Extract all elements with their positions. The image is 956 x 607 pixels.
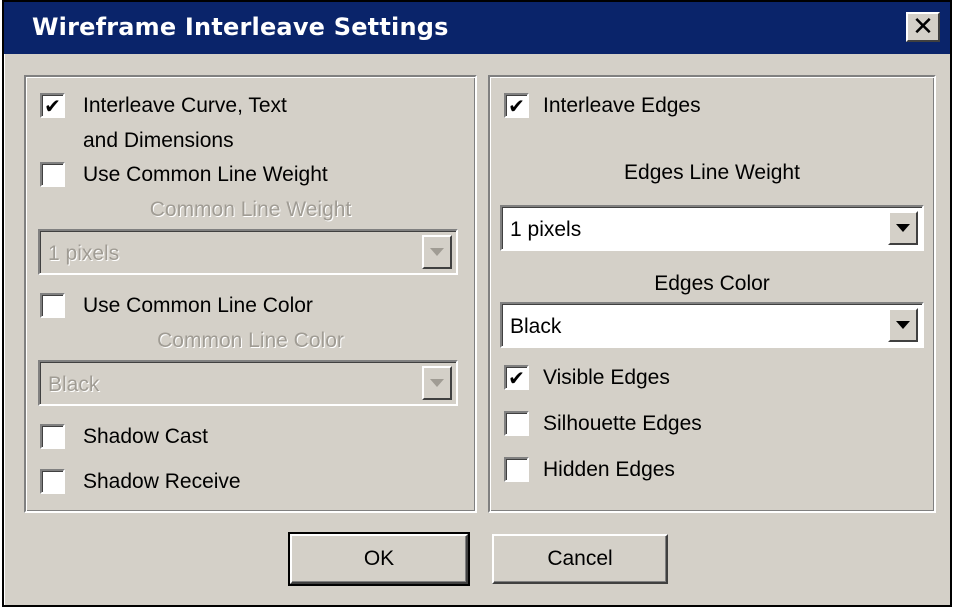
checkmark-icon: ✔	[44, 93, 61, 118]
shadow-receive-label: Shadow Receive	[83, 469, 241, 493]
right-panel: ✔ Interleave Edges Edges Line Weight 1 p…	[488, 75, 936, 513]
visible-edges-checkbox[interactable]: ✔	[504, 365, 529, 390]
visible-edges-row[interactable]: ✔ Visible Edges	[504, 365, 670, 390]
use-common-line-color-label: Use Common Line Color	[83, 293, 313, 317]
chevron-down-icon	[896, 224, 910, 232]
edges-color-select[interactable]: Black	[500, 302, 924, 348]
cancel-button-label: Cancel	[547, 547, 613, 570]
interleave-edges-row[interactable]: ✔ Interleave Edges	[504, 93, 701, 118]
shadow-cast-label: Shadow Cast	[83, 424, 208, 448]
common-line-color-dropdown-button	[422, 366, 452, 400]
edges-color-dropdown-button[interactable]	[888, 308, 918, 342]
edges-color-label: Edges Color	[654, 272, 770, 295]
close-icon: ✕	[912, 12, 934, 42]
checkmark-icon: ✔	[508, 93, 525, 118]
left-panel: ✔ Interleave Curve, Text and Dimensions …	[24, 75, 477, 513]
hidden-edges-row[interactable]: Hidden Edges	[504, 457, 675, 482]
use-common-line-weight-label: Use Common Line Weight	[83, 162, 328, 186]
common-line-color-select: Black	[38, 360, 458, 406]
visible-edges-label: Visible Edges	[543, 365, 670, 389]
common-line-color-label: Common Line Color	[157, 329, 344, 352]
edges-line-weight-value: 1 pixels	[510, 218, 582, 241]
edges-line-weight-select[interactable]: 1 pixels	[500, 205, 924, 251]
checkmark-icon: ✔	[508, 365, 525, 390]
ok-button-label: OK	[363, 547, 395, 570]
interleave-curve-row[interactable]: ✔ Interleave Curve, Text	[40, 93, 287, 118]
use-common-line-color-row[interactable]: Use Common Line Color	[40, 293, 313, 318]
window-title: Wireframe Interleave Settings	[32, 13, 449, 41]
hidden-edges-checkbox[interactable]	[504, 457, 529, 482]
shadow-cast-checkbox[interactable]	[40, 424, 65, 449]
interleave-edges-label: Interleave Edges	[543, 93, 701, 117]
shadow-receive-row[interactable]: Shadow Receive	[40, 469, 241, 494]
interleave-edges-checkbox[interactable]: ✔	[504, 93, 529, 118]
common-line-color-value: Black	[48, 373, 100, 396]
use-common-line-color-checkbox[interactable]	[40, 293, 65, 318]
shadow-receive-checkbox[interactable]	[40, 469, 65, 494]
silhouette-edges-checkbox[interactable]	[504, 411, 529, 436]
ok-button[interactable]: OK	[288, 532, 470, 586]
silhouette-edges-label: Silhouette Edges	[543, 411, 702, 435]
cancel-button[interactable]: Cancel	[492, 534, 668, 584]
use-common-line-weight-row[interactable]: Use Common Line Weight	[40, 162, 328, 187]
edges-line-weight-dropdown-button[interactable]	[888, 211, 918, 245]
chevron-down-icon	[430, 379, 444, 387]
common-line-weight-select: 1 pixels	[38, 229, 458, 275]
interleave-curve-label: Interleave Curve, Text	[83, 93, 287, 117]
common-line-weight-value: 1 pixels	[48, 242, 120, 265]
close-button[interactable]: ✕	[906, 12, 940, 42]
interleave-curve-label-line2: and Dimensions	[83, 129, 234, 152]
chevron-down-icon	[430, 248, 444, 256]
silhouette-edges-row[interactable]: Silhouette Edges	[504, 411, 702, 436]
common-line-weight-label: Common Line Weight	[149, 198, 352, 221]
edges-line-weight-label: Edges Line Weight	[624, 161, 800, 184]
shadow-cast-row[interactable]: Shadow Cast	[40, 424, 208, 449]
hidden-edges-label: Hidden Edges	[543, 457, 675, 481]
common-line-weight-dropdown-button	[422, 235, 452, 269]
use-common-line-weight-checkbox[interactable]	[40, 162, 65, 187]
edges-color-value: Black	[510, 315, 562, 338]
title-bar[interactable]: Wireframe Interleave Settings ✕	[4, 2, 950, 54]
wireframe-interleave-dialog: Wireframe Interleave Settings ✕ ✔ Interl…	[2, 0, 952, 607]
interleave-curve-checkbox[interactable]: ✔	[40, 93, 65, 118]
chevron-down-icon	[896, 321, 910, 329]
